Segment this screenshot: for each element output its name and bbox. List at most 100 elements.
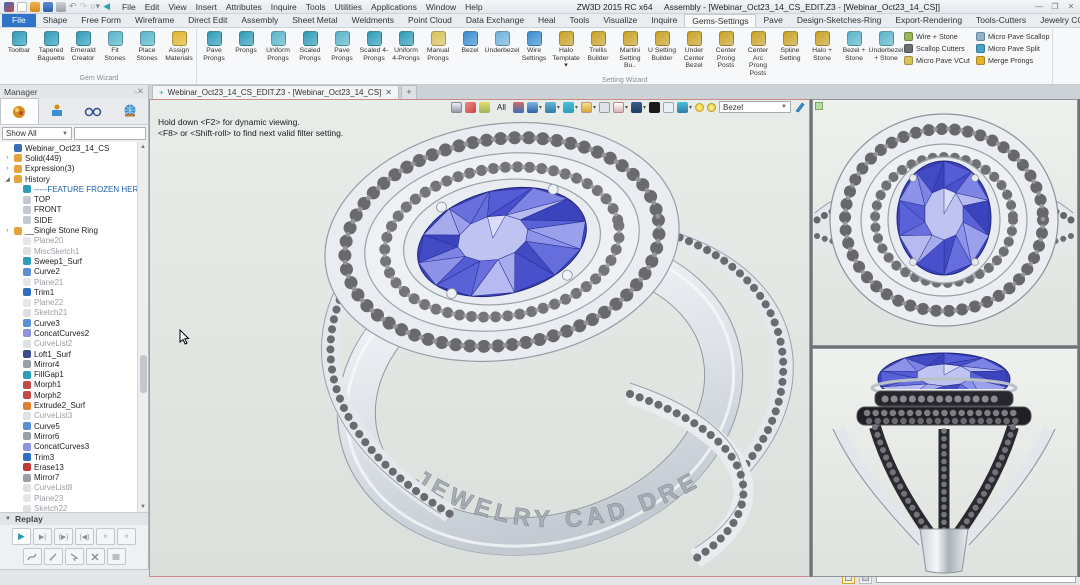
menu-window[interactable]: Window <box>426 2 456 12</box>
uniform-4prongs-button[interactable]: Uniform 4-Prongs <box>390 29 422 62</box>
ribbon-tab-point-cloud[interactable]: Point Cloud <box>401 14 459 27</box>
tree-item-feature-frozen-here[interactable]: -----FEATURE FROZEN HERE----- <box>0 184 137 194</box>
replay-rewind-button[interactable]: « <box>117 528 136 545</box>
tree-item-plane20[interactable]: Plane20 <box>0 236 137 246</box>
ribbon-tab-sheet-metal[interactable]: Sheet Metal <box>285 14 344 27</box>
spline-setting-button[interactable]: Spline Setting <box>774 29 806 62</box>
shade-mode-icon[interactable] <box>526 101 538 113</box>
pave-prongs-button[interactable]: Pave Prongs <box>198 29 230 62</box>
ribbon-tab-heal[interactable]: Heal <box>531 14 562 27</box>
ribbon-tab-visualize[interactable]: Visualize <box>596 14 644 27</box>
tree-item-curve5[interactable]: Curve5 <box>0 421 137 431</box>
replay-step-back-button[interactable]: (◀) <box>75 528 94 545</box>
ribbon-tab-free-form[interactable]: Free Form <box>74 14 128 27</box>
center-prong-posts-button[interactable]: Center Prong Posts <box>710 29 742 70</box>
open-file-icon[interactable] <box>30 1 40 12</box>
tree-item-plane22[interactable]: Plane22 <box>0 297 137 307</box>
tree-item-top[interactable]: TOP <box>0 194 137 204</box>
settings-icon[interactable]: ○▾ <box>90 1 100 12</box>
ribbon-tab-weldments[interactable]: Weldments <box>345 14 401 27</box>
ribbon-tab-data-exchange[interactable]: Data Exchange <box>459 14 531 27</box>
halo-stone-button[interactable]: Halo + Stone <box>806 29 838 62</box>
micro-pave-scallop-button[interactable]: Micro Pave Scallop <box>974 32 1052 41</box>
doc-tab-close-icon[interactable]: ✕ <box>385 88 392 97</box>
tree-item-fillgap1[interactable]: FillGap1 <box>0 370 137 380</box>
tree-item-curvelist8[interactable]: CurveList8 <box>0 483 137 493</box>
restore-button[interactable]: ❐ <box>1050 2 1060 11</box>
tree-item-morph1[interactable]: Morph1 <box>0 380 137 390</box>
black-swatch-icon[interactable] <box>648 101 660 113</box>
tree-item-solid-449[interactable]: › Solid(449) <box>0 153 137 163</box>
toolbar-button[interactable]: Toolbar <box>3 29 35 55</box>
side-view-panel[interactable] <box>812 348 1078 577</box>
scallop-cutters-button[interactable]: Scallop Cutters <box>902 44 972 53</box>
tree-item-expression-3[interactable]: › Expression(3) <box>0 164 137 174</box>
manager-search-input[interactable] <box>74 127 146 140</box>
setting-type-combo[interactable]: Bezel ▼ <box>719 101 791 113</box>
pen-icon[interactable] <box>794 101 805 113</box>
tree-expander-icon[interactable]: › <box>4 166 11 172</box>
scrollbar-thumb[interactable] <box>139 355 147 393</box>
new-document-tab-button[interactable]: + <box>400 85 417 99</box>
tree-expander-icon[interactable]: ◢ <box>4 176 11 183</box>
tree-item-miscsketch1[interactable]: MiscSketch1 <box>0 246 137 256</box>
save-icon[interactable] <box>43 1 53 12</box>
tree-item-mirror6[interactable]: Mirror6 <box>0 431 137 441</box>
document-tab[interactable]: + Webinar_Oct23_14_CS_EDIT.Z3 - [Webinar… <box>152 85 399 99</box>
tree-item-front[interactable]: FRONT <box>0 205 137 215</box>
trellis-builder-button[interactable]: Trellis Builder <box>582 29 614 62</box>
pave-prongs2-button[interactable]: Pave Prongs <box>326 29 358 62</box>
tree-scrollbar[interactable]: ▲ ▼ <box>137 142 148 512</box>
emerald-creator-button[interactable]: Emerald Creator <box>67 29 99 62</box>
ribbon-tab-tools-cutters[interactable]: Tools-Cutters <box>969 14 1033 27</box>
white-swatch-icon[interactable] <box>662 101 674 113</box>
tree-item-extrude2-surf[interactable]: Extrude2_Surf <box>0 400 137 410</box>
tree-item-sweep1-surf[interactable]: Sweep1_Surf <box>0 256 137 266</box>
align-view-icon[interactable] <box>612 101 624 113</box>
stone-filter-icon[interactable] <box>707 102 716 112</box>
replay-delete-button[interactable] <box>85 548 105 565</box>
view-cube-icon[interactable] <box>562 101 574 113</box>
tree-item-curve3[interactable]: Curve3 <box>0 318 137 328</box>
assign-materials-button[interactable]: Assign Materials <box>163 29 195 62</box>
replay-step-forward-button[interactable]: (▶) <box>54 528 73 545</box>
merge-prongs-button[interactable]: Merge Prongs <box>974 56 1052 65</box>
ribbon-tab-wireframe[interactable]: Wireframe <box>128 14 181 27</box>
ribbon-tab-pave[interactable]: Pave <box>756 14 789 27</box>
wireframe-mode-icon[interactable] <box>544 101 556 113</box>
manager-tab-assembly[interactable] <box>39 98 76 124</box>
menu-inquire[interactable]: Inquire <box>271 2 297 12</box>
tree-item-mirror4[interactable]: Mirror4 <box>0 359 137 369</box>
tree-item-sketch21[interactable]: Sketch21 <box>0 308 137 318</box>
fit-stones-button[interactable]: Fit Stones <box>99 29 131 62</box>
wire-stone-button[interactable]: Wire + Stone <box>902 32 972 41</box>
menu-help[interactable]: Help <box>465 2 482 12</box>
manager-close-icon[interactable]: ✕ <box>137 86 144 97</box>
menu-utilities[interactable]: Utilities <box>335 2 362 12</box>
bezel-stone-button[interactable]: Bezel + Stone <box>838 29 870 62</box>
menu-file[interactable]: File <box>122 2 136 12</box>
zoom-window-icon[interactable] <box>598 101 610 113</box>
tree-item-curvelist3[interactable]: CurveList3 <box>0 411 137 421</box>
scaled-prongs-button[interactable]: Scaled Prongs <box>294 29 326 62</box>
lightbulb-icon[interactable] <box>695 102 704 112</box>
eraser-icon[interactable] <box>465 101 476 113</box>
tree-expander-icon[interactable]: › <box>4 155 11 161</box>
replay-curve-button[interactable] <box>22 548 42 565</box>
tree-item-history[interactable]: ◢ History <box>0 174 137 184</box>
close-button[interactable]: ✕ <box>1066 2 1076 11</box>
tree-item-single-stone-ring[interactable]: › __Single Stone Ring <box>0 225 137 235</box>
tree-item-morph2[interactable]: Morph2 <box>0 390 137 400</box>
tree-item-mirror7[interactable]: Mirror7 <box>0 473 137 483</box>
tree-item-side[interactable]: SIDE <box>0 215 137 225</box>
menu-tools[interactable]: Tools <box>306 2 326 12</box>
ribbon-tab-direct-edit[interactable]: Direct Edit <box>181 14 234 27</box>
uniform-prongs-button[interactable]: Uniform Prongs <box>262 29 294 62</box>
halo-template-button[interactable]: Halo Template ▾ <box>550 29 582 70</box>
menu-applications[interactable]: Applications <box>371 2 417 12</box>
tree-item-plane23[interactable]: Plane23 <box>0 493 137 503</box>
tree-item-trim3[interactable]: Trim3 <box>0 452 137 462</box>
ribbon-tab-shape[interactable]: Shape <box>36 14 75 27</box>
file-tab[interactable]: File <box>2 14 36 27</box>
menu-attributes[interactable]: Attributes <box>226 2 262 12</box>
